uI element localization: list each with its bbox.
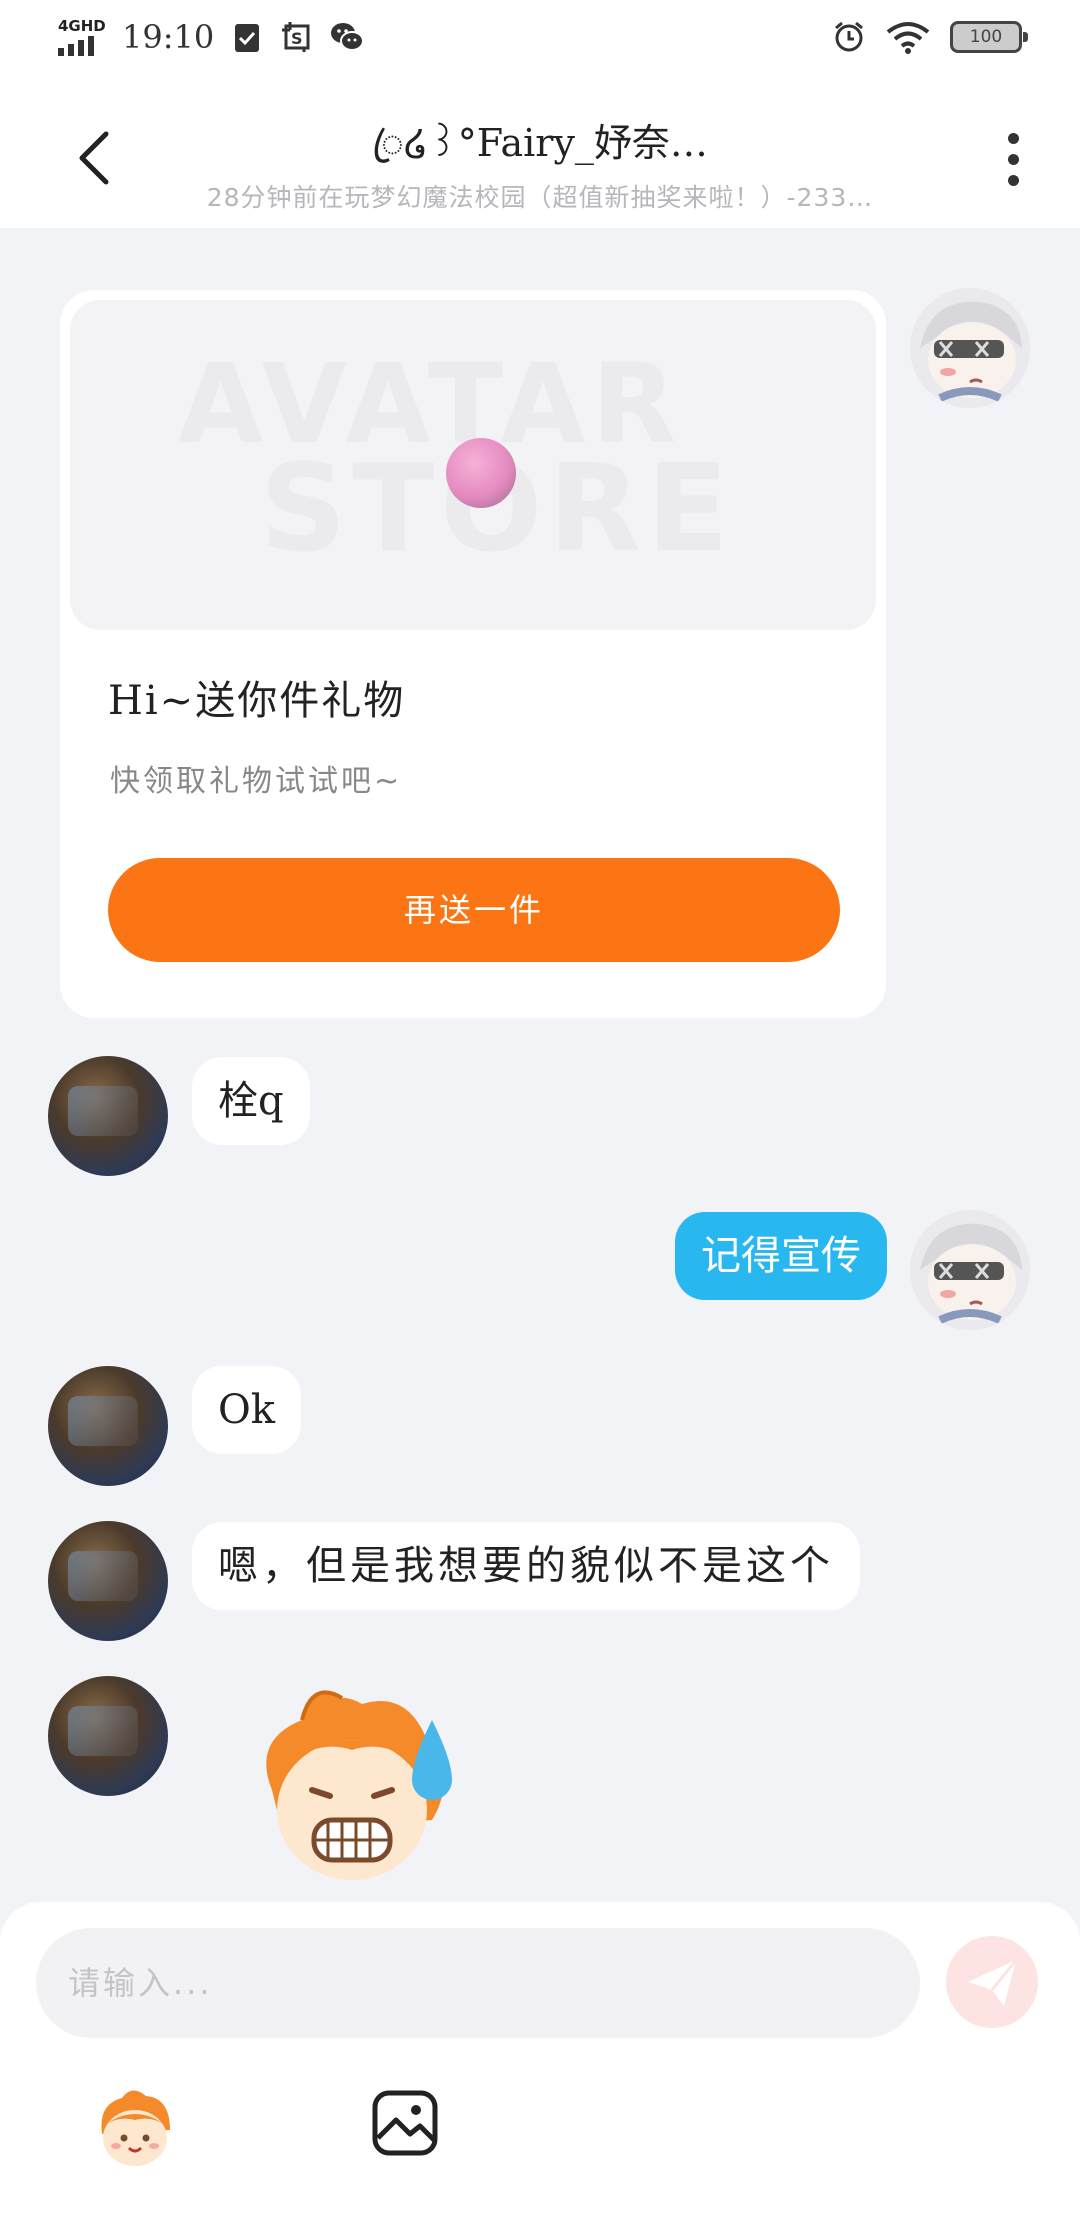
chat-header: ꦿ໒꒱°Fairy_妤奈… 28分钟前在玩梦幻魔法校园（超值新抽奖来啦！）-23…	[0, 86, 1080, 228]
message-bubble[interactable]: Ok	[192, 1366, 302, 1454]
emoji-sticker-icon[interactable]	[92, 2084, 178, 2170]
gift-banner: AVATAR STORE	[70, 300, 876, 630]
battery-indicator: 100	[950, 21, 1028, 53]
more-vertical-icon[interactable]	[996, 126, 1030, 190]
wechat-icon	[331, 23, 365, 51]
wifi-icon	[886, 22, 930, 54]
composer-area	[0, 1902, 1080, 2214]
send-another-gift-button[interactable]: 再送一件	[108, 858, 840, 962]
gift-card-title: Hi~送你件礼物	[108, 678, 406, 724]
alarm-icon	[835, 21, 863, 52]
status-time: 19:10	[122, 18, 215, 56]
message-input[interactable]	[36, 1928, 920, 2038]
gift-item-image	[446, 438, 516, 508]
status-bar: 4GHD 19:10 S 100	[0, 0, 1080, 86]
contact-avatar[interactable]	[48, 1056, 168, 1176]
clipboard-check-icon	[235, 24, 260, 52]
my-avatar[interactable]	[910, 288, 1030, 408]
my-avatar-image	[920, 1223, 1022, 1324]
contact-avatar[interactable]	[48, 1521, 168, 1641]
gift-card-message[interactable]: AVATAR STORE Hi~送你件礼物 快领取礼物试试吧~ 再送一件	[60, 290, 886, 1018]
my-avatar[interactable]	[910, 1210, 1030, 1330]
send-button[interactable]	[946, 1936, 1038, 2028]
my-avatar-image	[920, 301, 1022, 402]
screenshot-icon: S	[282, 22, 310, 52]
sweating-grimace-sticker[interactable]	[232, 1680, 482, 1890]
my-message-bubble[interactable]: 记得宣传	[675, 1212, 887, 1300]
message-bubble[interactable]: 嗯，但是我想要的貌似不是这个	[192, 1522, 860, 1610]
chat-subtitle-status: 28分钟前在玩梦幻魔法校园（超值新抽奖来啦！）-233…	[206, 183, 874, 212]
network-label: 4GHD	[58, 16, 106, 35]
message-bubble[interactable]: 栓q	[192, 1057, 310, 1145]
contact-avatar[interactable]	[48, 1366, 168, 1486]
gift-card-description: 快领取礼物试试吧~	[110, 764, 403, 799]
svg-text:S: S	[291, 29, 303, 48]
contact-avatar[interactable]	[48, 1676, 168, 1796]
send-plane-icon	[968, 1959, 1018, 2006]
image-icon[interactable]	[370, 2088, 440, 2158]
network-indicator: 4GHD	[58, 16, 106, 56]
